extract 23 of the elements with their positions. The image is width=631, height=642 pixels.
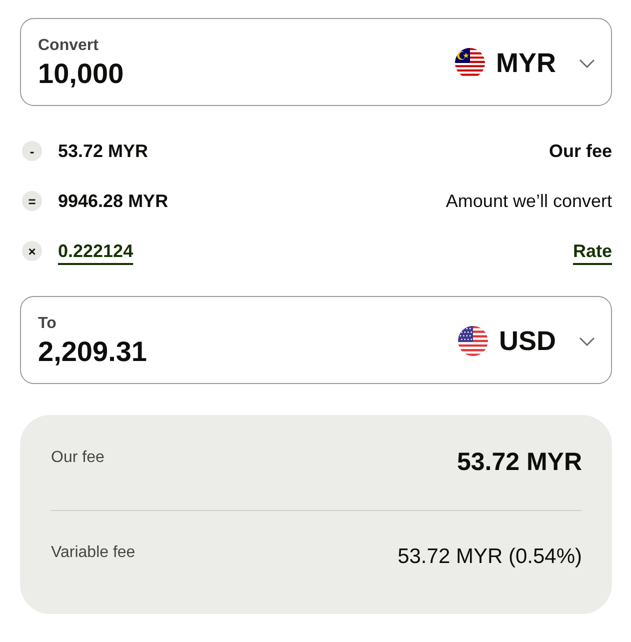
fee-value: 53.72 MYR (0.54%) xyxy=(398,544,582,570)
currency-select[interactable]: USD xyxy=(458,326,595,356)
fee-label: Our fee xyxy=(548,140,612,162)
rate-link[interactable]: Rate xyxy=(572,240,612,262)
operator-symbol: - xyxy=(22,141,42,161)
rate-value-link[interactable]: 0.222124 xyxy=(58,240,134,262)
us-flag-icon xyxy=(458,326,488,356)
operator-symbol: = xyxy=(22,191,42,211)
convert-label: Amount we’ll convert xyxy=(446,190,612,212)
field-label: To xyxy=(38,314,56,334)
fee-label: Variable fee xyxy=(51,543,136,563)
fee-label: Our fee xyxy=(51,448,104,468)
field-label: Convert xyxy=(38,36,98,56)
convert-amount: 9946.28 MYR xyxy=(58,190,168,212)
fee-value: 53.72 MYR xyxy=(456,447,582,478)
chevron-down-icon xyxy=(579,336,595,346)
malaysia-flag-icon xyxy=(455,48,485,78)
amount-input[interactable]: 10,000 xyxy=(38,57,278,91)
chevron-down-icon xyxy=(579,58,595,68)
amount-input[interactable]: 2,209.31 xyxy=(38,335,278,369)
currency-select[interactable]: MYR xyxy=(455,48,595,78)
operator-symbol: × xyxy=(22,241,42,261)
fee-amount: 53.72 MYR xyxy=(58,140,148,162)
